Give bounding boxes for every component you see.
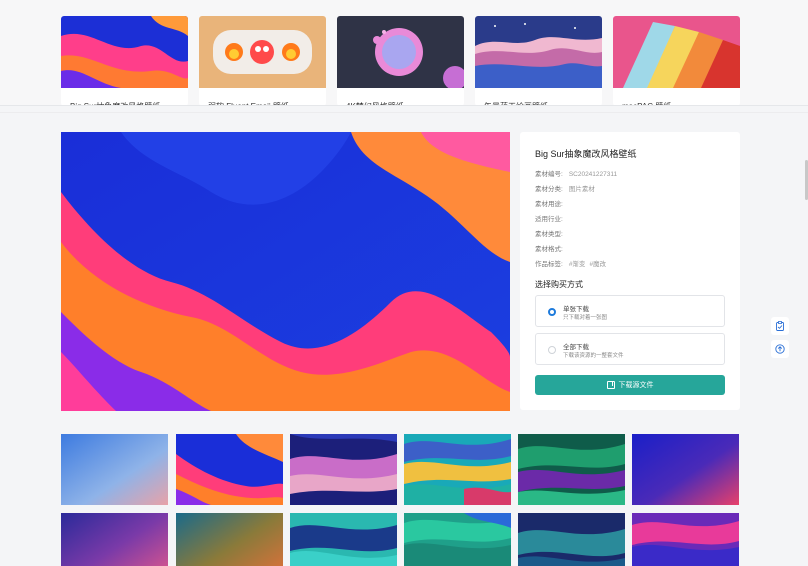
wallpaper-thumb[interactable]	[518, 434, 625, 505]
meta-label: 素材编号:	[535, 171, 563, 178]
meta-label: 素材用途:	[535, 201, 563, 208]
clipboard-icon	[776, 321, 784, 331]
related-card[interactable]: macPAC 壁纸	[613, 16, 740, 106]
tag-link[interactable]: #渐变	[569, 261, 586, 268]
meta-usage: 素材用途:	[535, 198, 569, 208]
option-desc: 下载该资源的一整套文件	[563, 353, 624, 359]
option-desc: 只下载对着一张图	[563, 315, 608, 321]
thumbnail	[61, 16, 188, 88]
meta-label: 素材格式:	[535, 246, 563, 253]
meta-category: 素材分类: 图片素材	[535, 183, 595, 193]
wallpaper-thumb[interactable]	[404, 434, 511, 505]
meta-type: 素材类型:	[535, 228, 569, 238]
wallpaper-thumb[interactable]	[518, 513, 625, 566]
wallpaper-preview[interactable]	[61, 132, 510, 411]
purchase-method-label: 选择购买方式	[535, 280, 583, 289]
wallpaper-thumb[interactable]	[61, 513, 168, 566]
download-source-button[interactable]: 下载源文件	[535, 375, 725, 395]
meta-industry: 适用行业:	[535, 213, 569, 223]
thumbnail	[613, 16, 740, 88]
meta-value: SC20241227311	[568, 171, 618, 178]
wallpaper-thumb[interactable]	[632, 513, 739, 566]
divider	[0, 112, 808, 113]
detail-title: Big Sur抽象魔改风格壁纸	[535, 149, 637, 159]
meta-tags: 作品标签: #渐变 #魔改	[535, 258, 606, 268]
wallpaper-thumb[interactable]	[290, 513, 397, 566]
meta-id: 素材编号: SC20241227311	[535, 168, 617, 178]
meta-label: 作品标签:	[535, 261, 563, 268]
clipboard-tool[interactable]	[771, 317, 789, 335]
wallpaper-thumb[interactable]	[290, 434, 397, 505]
back-to-top-tool[interactable]	[771, 340, 789, 358]
tag-link[interactable]: #魔改	[589, 261, 606, 268]
thumbnail	[337, 16, 464, 90]
related-card[interactable]: Big Sur抽象魔改风格壁纸	[61, 16, 188, 106]
meta-label: 适用行业:	[535, 216, 563, 223]
option-title: 单张下载	[563, 306, 589, 313]
thumbnail	[199, 16, 326, 88]
option-single-download[interactable]: 单张下载 只下载对着一张图	[535, 295, 725, 327]
arrow-up-icon	[775, 344, 785, 354]
radio-selected[interactable]	[548, 308, 556, 316]
divider	[0, 105, 808, 106]
related-wallpapers-strip: Big Sur抽象魔改风格壁纸 弱软 Fluent Emoji 壁纸 4K梦幻风…	[0, 0, 808, 106]
radio-unselected[interactable]	[548, 346, 556, 354]
related-card[interactable]: 弱软 Fluent Emoji 壁纸	[199, 16, 326, 106]
wallpaper-thumb[interactable]	[176, 434, 283, 505]
meta-format: 素材格式:	[535, 243, 569, 253]
wallpaper-thumb[interactable]	[632, 434, 739, 505]
option-full-download[interactable]: 全部下载 下载该资源的一整套文件	[535, 333, 725, 365]
detail-panel: Big Sur抽象魔改风格壁纸 素材编号: SC20241227311 素材分类:…	[520, 132, 740, 410]
meta-value: 图片素材	[568, 186, 595, 193]
download-label: 下载源文件	[618, 382, 654, 389]
related-card[interactable]: 矢量蓝天绘画壁纸	[475, 16, 602, 106]
wallpaper-thumb[interactable]	[61, 434, 168, 505]
wallpaper-thumb[interactable]	[176, 513, 283, 566]
download-icon	[606, 381, 615, 389]
meta-label: 素材类型:	[535, 231, 563, 238]
related-card[interactable]: 4K梦幻风格壁纸	[337, 16, 464, 106]
thumbnail	[475, 16, 602, 88]
wallpaper-thumb[interactable]	[404, 513, 511, 566]
option-title: 全部下载	[563, 344, 589, 351]
meta-label: 素材分类:	[535, 186, 563, 193]
